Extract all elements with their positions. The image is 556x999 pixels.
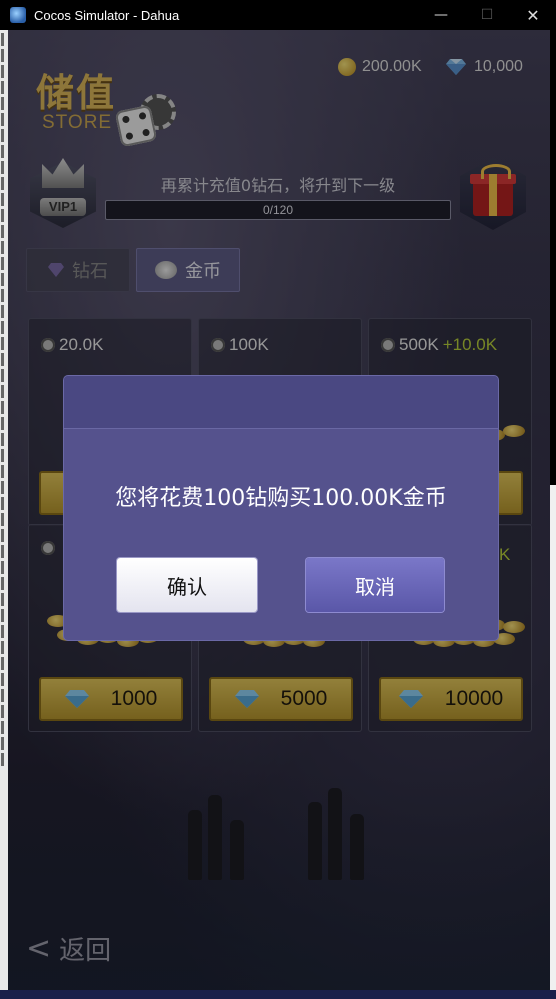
game-canvas: 储值 STORE 200.00K 10,000 VIP1 再累计充值0钻石，将升… xyxy=(8,30,550,990)
app-icon xyxy=(10,7,26,23)
window-title: Cocos Simulator - Dahua xyxy=(34,7,180,23)
confirm-button[interactable]: 确认 xyxy=(117,558,257,612)
cancel-button[interactable]: 取消 xyxy=(306,558,444,612)
window-titlebar: Cocos Simulator - Dahua — ☐ ✕ xyxy=(0,0,556,30)
maximize-button[interactable]: ☐ xyxy=(464,0,510,30)
background-window-edge xyxy=(0,30,8,999)
background-window-edge-right-lower xyxy=(550,485,556,999)
minimize-button[interactable]: — xyxy=(418,0,464,30)
dialog-message: 您将花费100钻购买100.00K金币 xyxy=(115,486,447,511)
desktop-strip xyxy=(0,990,556,999)
background-window-edge-right xyxy=(550,30,556,485)
close-button[interactable]: ✕ xyxy=(510,0,556,30)
dialog-header xyxy=(64,376,498,429)
confirm-purchase-dialog: 您将花费100钻购买100.00K金币 确认 取消 xyxy=(64,376,498,640)
